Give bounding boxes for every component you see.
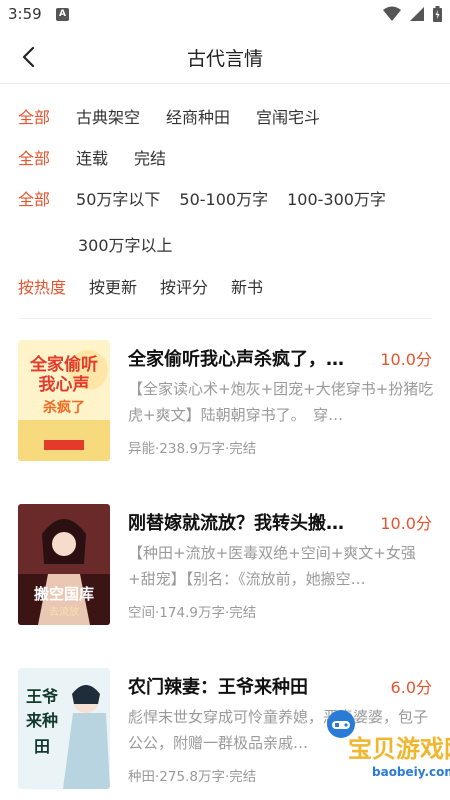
filter-words-100-300[interactable]: 100-300万字 <box>287 186 386 210</box>
book-score: 6.0分 <box>390 678 432 697</box>
section-divider <box>18 318 432 319</box>
filter-words-50-100[interactable]: 50-100万字 <box>179 186 268 210</box>
title-bar: 古代言情 <box>0 30 450 84</box>
filter-status-finished[interactable]: 完结 <box>134 145 166 169</box>
book-score: 10.0分 <box>380 350 432 369</box>
book-title[interactable]: 刚替嫁就流放？我转头搬… <box>128 509 368 535</box>
filter-category-farming[interactable]: 经商种田 <box>166 104 230 128</box>
filter-words-under-50[interactable]: 50万字以下 <box>76 186 160 210</box>
book-meta: 空间·174.9万字·完结 <box>128 605 257 621</box>
battery-icon <box>433 6 442 22</box>
book-item[interactable]: 搬空国库 去流放 刚替嫁就流放？我转头搬… 10.0分 【种田+流放+医毒双绝+… <box>0 504 450 644</box>
watermark-text: 宝贝游戏网 <box>348 735 450 763</box>
sort-by-rating[interactable]: 按评分 <box>160 274 208 298</box>
filter-words-over-300[interactable]: 300万字以上 <box>78 232 173 256</box>
svg-text:王爷: 王爷 <box>26 687 59 706</box>
book-title[interactable]: 全家偷听我心声杀疯了，… <box>128 345 368 371</box>
svg-text:来种: 来种 <box>25 711 58 730</box>
book-title[interactable]: 农门辣妻：王爷来种田 <box>128 673 368 699</box>
book-cover[interactable]: 全家偷听 我心声 杀疯了 <box>18 340 110 461</box>
sort-new-books[interactable]: 新书 <box>231 274 263 298</box>
svg-text:田: 田 <box>34 737 50 756</box>
book-meta: 异能·238.9万字·完结 <box>128 441 257 457</box>
book-item[interactable]: 全家偷听 我心声 杀疯了 全家偷听我心声杀疯了，… 10.0分 【全家读心术+炮… <box>0 340 450 480</box>
status-filter-row: 全部 连载 完结 <box>18 145 166 169</box>
book-cover-image: 全家偷听 我心声 杀疯了 <box>18 340 110 461</box>
watermark-logo: 宝贝游戏网 baobeiy.com <box>318 705 450 795</box>
page-title: 古代言情 <box>186 48 263 70</box>
notification-app-icon: A <box>56 8 69 21</box>
book-score: 10.0分 <box>380 514 432 533</box>
filter-category-classical[interactable]: 古典架空 <box>76 104 140 128</box>
book-meta: 种田·275.8万字·完结 <box>128 769 257 785</box>
wordcount-filter-row: 全部 50万字以下 50-100万字 100-300万字 <box>18 186 386 210</box>
status-icons <box>383 6 442 22</box>
sort-by-update[interactable]: 按更新 <box>89 274 137 298</box>
filter-words-all[interactable]: 全部 <box>18 186 50 210</box>
svg-text:我心声: 我心声 <box>39 374 90 395</box>
wifi-icon <box>383 6 401 21</box>
wordcount-filter-row-2: 300万字以上 <box>78 232 173 256</box>
status-time: 3:59 <box>8 5 42 23</box>
svg-text:搬空国库: 搬空国库 <box>34 585 94 603</box>
book-cover-image: 王爷 来种 田 <box>18 668 110 789</box>
watermark-url: baobeiy.com <box>372 765 450 779</box>
book-cover-image: 搬空国库 去流放 <box>18 504 110 625</box>
svg-text:全家偷听: 全家偷听 <box>29 354 98 375</box>
book-description: 【种田+流放+医毒双绝+空间+爽文+女强+甜宠】【别名：《流放前，她搬空… <box>128 544 416 588</box>
book-cover[interactable]: 搬空国库 去流放 <box>18 504 110 625</box>
sort-by-popularity[interactable]: 按热度 <box>18 274 66 298</box>
signal-icon <box>410 7 424 21</box>
book-cover[interactable]: 王爷 来种 田 <box>18 668 110 789</box>
status-bar: 3:59 A <box>0 0 450 30</box>
filter-category-palace[interactable]: 宫闱宅斗 <box>256 104 320 128</box>
svg-text:去流放: 去流放 <box>49 605 79 618</box>
svg-text:杀疯了: 杀疯了 <box>43 399 85 416</box>
filter-status-all[interactable]: 全部 <box>18 145 50 169</box>
book-description: 【全家读心术+炮灰+团宠+大佬穿书+扮猪吃虎+爽文】陆朝朝穿书了。 穿… <box>128 380 434 424</box>
filter-status-ongoing[interactable]: 连载 <box>76 145 108 169</box>
filter-category-all[interactable]: 全部 <box>18 104 50 128</box>
category-filter-row: 全部 古典架空 经商种田 宫闱宅斗 <box>18 104 320 128</box>
sort-row: 按热度 按更新 按评分 新书 <box>18 274 263 298</box>
